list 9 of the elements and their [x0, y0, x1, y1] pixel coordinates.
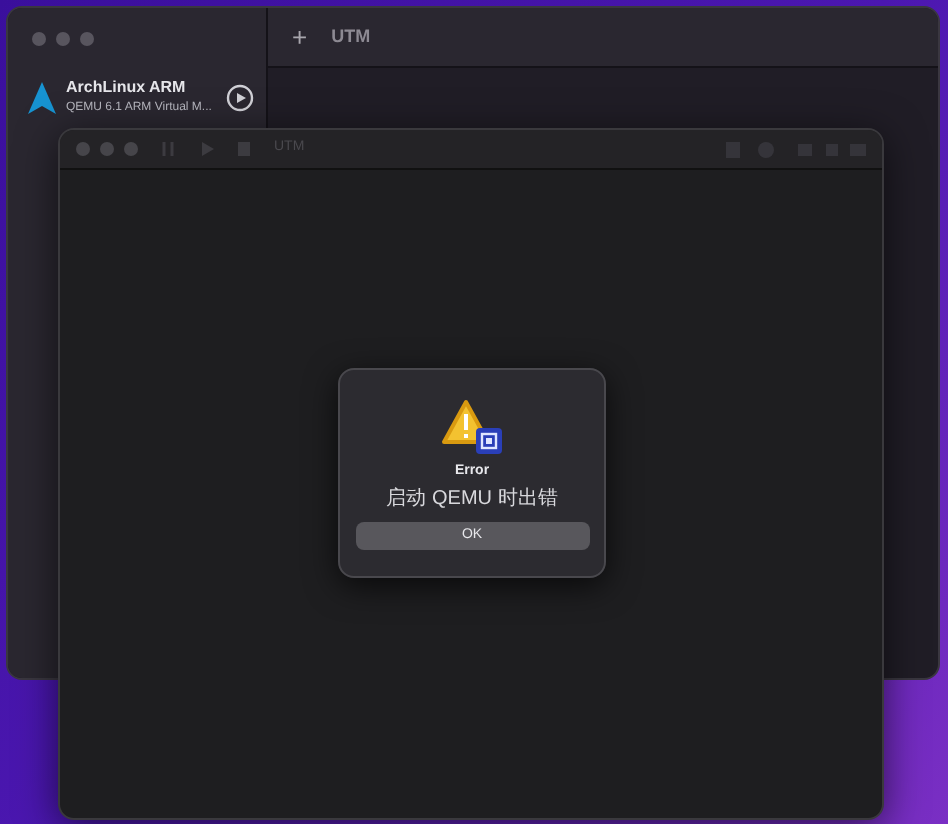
window-title: UTM — [331, 23, 371, 50]
pause-icon[interactable] — [162, 142, 176, 156]
play-icon[interactable] — [226, 83, 254, 111]
vm-name: ArchLinux ARM — [66, 76, 188, 100]
stop-icon[interactable] — [238, 142, 250, 156]
add-button[interactable]: + — [292, 17, 308, 57]
dialog-message: 启动 QEMU 时出错 — [386, 487, 558, 511]
warning-icon — [440, 398, 504, 458]
mountain-logo-icon — [28, 81, 56, 113]
